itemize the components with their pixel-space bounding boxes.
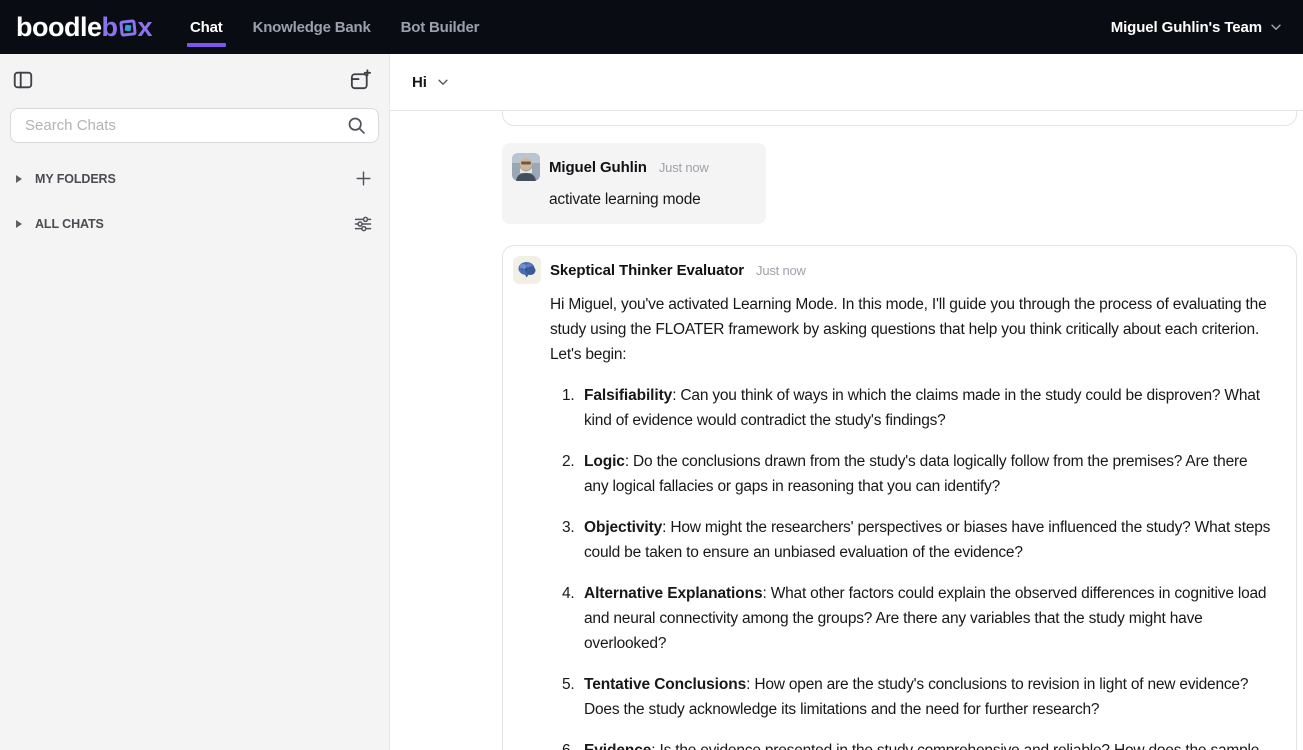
list-item-number: 1.: [562, 383, 575, 408]
list-item-tentative-conclusions: 5.Tentative Conclusions: How open are th…: [584, 672, 1272, 722]
tab-chat[interactable]: Chat: [190, 0, 223, 54]
list-item-term: Falsifiability: [584, 387, 672, 404]
list-item-evidence: 6.Evidence: Is the evidence presented in…: [584, 738, 1272, 750]
search-icon[interactable]: [346, 115, 367, 141]
sidebar-toolbar: [0, 54, 389, 93]
user-message-timestamp: Just now: [659, 160, 709, 175]
list-item-term: Alternative Explanations: [584, 585, 762, 602]
bot-avatar-brain-icon: [513, 256, 541, 284]
sidebar-item-my-folders[interactable]: MY FOLDERS: [0, 169, 389, 188]
tab-bot-builder-label: Bot Builder: [401, 19, 480, 36]
list-item-term: Logic: [584, 453, 625, 470]
floater-criteria-list: 1. Falsifiability: Can you think of ways …: [550, 383, 1272, 750]
list-item-number: 6.: [562, 738, 575, 750]
list-item-falsifiability: 1.Falsifiability: Can you think of ways …: [584, 383, 1272, 433]
main-area: Hi Miguel Guhlin Just now activate learn…: [390, 54, 1303, 750]
user-message: Miguel Guhlin Just now activate learning…: [502, 143, 766, 224]
user-avatar: [512, 153, 540, 181]
tab-chat-label: Chat: [190, 19, 223, 36]
all-chats-label: ALL CHATS: [35, 217, 104, 231]
list-item-text: : How might the researchers' perspective…: [584, 519, 1270, 561]
list-item-logic: 2.Logic: Do the conclusions drawn from t…: [584, 449, 1272, 499]
user-message-header: Miguel Guhlin Just now: [512, 153, 756, 181]
logo-text-b: b: [102, 12, 118, 43]
list-item-term: Evidence: [584, 742, 651, 750]
logo-box-inner: [124, 25, 131, 32]
my-folders-label: MY FOLDERS: [35, 172, 116, 186]
bot-message-header: Skeptical Thinker Evaluator Just now: [513, 256, 1272, 284]
chat-title[interactable]: Hi: [412, 74, 427, 91]
add-folder-icon[interactable]: [354, 169, 373, 188]
bot-message: Skeptical Thinker Evaluator Just now Hi …: [502, 245, 1297, 750]
chat-message-list[interactable]: Miguel Guhlin Just now activate learning…: [390, 111, 1303, 750]
chat-header: Hi: [390, 54, 1303, 111]
team-name: Miguel Guhlin's Team: [1111, 19, 1262, 36]
list-item-term: Objectivity: [584, 519, 662, 536]
list-item-number: 4.: [562, 581, 575, 606]
list-item-term: Tentative Conclusions: [584, 676, 746, 693]
bot-message-body: Hi Miguel, you've activated Learning Mod…: [550, 292, 1272, 750]
search-bar: [10, 108, 379, 143]
list-item-number: 5.: [562, 672, 575, 697]
bot-author-name: Skeptical Thinker Evaluator: [550, 262, 744, 279]
boodlebox-logo: boodlebx: [16, 12, 152, 43]
tab-knowledge-bank-label: Knowledge Bank: [253, 19, 371, 36]
user-author-name: Miguel Guhlin: [549, 159, 647, 176]
logo-text-boodle: boodle: [16, 12, 102, 43]
user-message-text: activate learning mode: [549, 187, 756, 212]
list-item-text: : Can you think of ways in which the cla…: [584, 387, 1260, 429]
filter-chats-icon[interactable]: [353, 214, 373, 234]
list-item-text: : Is the evidence presented in the study…: [584, 742, 1259, 750]
tab-knowledge-bank[interactable]: Knowledge Bank: [253, 0, 371, 54]
logo-text-x: x: [138, 12, 153, 43]
tab-bot-builder[interactable]: Bot Builder: [401, 0, 480, 54]
chevron-down-icon: [1269, 20, 1283, 34]
list-item-number: 3.: [562, 515, 575, 540]
top-navbar: boodlebx Chat Knowledge Bank Bot Builder…: [0, 0, 1303, 54]
list-item-text: : Do the conclusions drawn from the stud…: [584, 453, 1247, 495]
sidebar-item-all-chats[interactable]: ALL CHATS: [0, 214, 389, 234]
previous-message-card-partial: [502, 111, 1297, 126]
new-chat-icon[interactable]: [347, 67, 373, 93]
logo-box-icon: [119, 19, 137, 37]
bot-message-timestamp: Just now: [756, 263, 806, 278]
list-item-objectivity: 3.Objectivity: How might the researchers…: [584, 515, 1272, 565]
bot-intro-paragraph: Hi Miguel, you've activated Learning Mod…: [550, 292, 1272, 367]
nav-tabs: Chat Knowledge Bank Bot Builder: [190, 0, 479, 54]
caret-right-icon[interactable]: [16, 175, 22, 183]
chevron-down-icon[interactable]: [436, 75, 450, 89]
list-item-alternative-explanations: 4.Alternative Explanations: What other f…: [584, 581, 1272, 656]
team-selector[interactable]: Miguel Guhlin's Team: [1111, 19, 1283, 36]
app-body: MY FOLDERS ALL CHATS Hi: [0, 54, 1303, 750]
list-item-number: 2.: [562, 449, 575, 474]
caret-right-icon[interactable]: [16, 220, 22, 228]
sidebar: MY FOLDERS ALL CHATS: [0, 54, 390, 750]
sidebar-toggle-icon[interactable]: [10, 67, 36, 93]
search-input[interactable]: [10, 108, 379, 143]
